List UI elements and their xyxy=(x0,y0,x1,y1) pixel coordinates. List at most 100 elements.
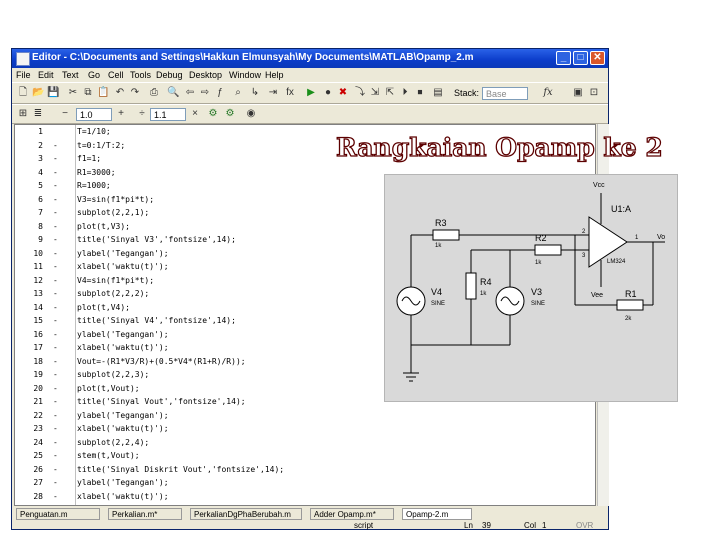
menu-file[interactable]: File xyxy=(16,70,31,80)
goto-icon[interactable]: ↳ xyxy=(249,87,261,99)
code-line[interactable]: title('Sinyal Vout','fontsize',14); xyxy=(77,397,246,406)
breakpoint-marker[interactable]: - xyxy=(53,438,58,447)
code-line[interactable]: R=1000; xyxy=(77,181,111,190)
code-line[interactable]: plot(t,V4); xyxy=(77,303,130,312)
menu-desktop[interactable]: Desktop xyxy=(189,70,222,80)
breakpoint-marker[interactable]: - xyxy=(53,478,58,487)
multiply-button[interactable]: × xyxy=(189,108,201,120)
code-line[interactable]: subplot(2,2,4); xyxy=(77,438,149,447)
code-line[interactable]: plot(t,Vout); xyxy=(77,384,140,393)
code-line[interactable]: Vout=-(R1*V3/R)+(0.5*V4*(R1+R)/R)); xyxy=(77,357,246,366)
forward-arrow-icon[interactable]: ⇨ xyxy=(199,87,211,99)
run-icon[interactable]: ▶ xyxy=(305,87,317,99)
function-fx-icon[interactable]: fx xyxy=(284,87,296,99)
decrement-button[interactable]: − xyxy=(59,108,71,120)
breakpoint-marker[interactable]: - xyxy=(53,289,58,298)
fx-icon[interactable]: fx xyxy=(542,87,554,99)
publish-icon[interactable]: ◉ xyxy=(245,108,257,120)
menu-edit[interactable]: Edit xyxy=(38,70,54,80)
increment-button[interactable]: + xyxy=(115,108,127,120)
breakpoint-marker[interactable]: - xyxy=(53,451,58,460)
breakpoint-set-icon[interactable]: ● xyxy=(322,87,334,99)
breakpoint-marker[interactable]: - xyxy=(53,343,58,352)
divide-button[interactable]: ÷ xyxy=(136,108,148,120)
exit-debug-icon[interactable]: ⏹ xyxy=(414,87,426,99)
new-file-icon[interactable]: 🗋 xyxy=(17,87,29,99)
breakpoint-marker[interactable]: - xyxy=(53,411,58,420)
cut-icon[interactable]: ✂ xyxy=(67,87,79,99)
undo-icon[interactable]: ↶ xyxy=(114,87,126,99)
code-line[interactable]: xlabel('waktu(t)'); xyxy=(77,424,169,433)
title-bar[interactable]: Editor - C:\Documents and Settings\Hakku… xyxy=(12,49,608,68)
code-line[interactable]: xlabel('waktu(t)'); xyxy=(77,262,169,271)
code-line[interactable]: R1=3000; xyxy=(77,168,116,177)
minimize-button[interactable]: _ xyxy=(556,51,571,65)
eval-cell-icon[interactable]: ⚙ xyxy=(207,108,219,120)
cell-mode-icon[interactable]: ⊞ xyxy=(17,108,29,120)
close-button[interactable]: ✕ xyxy=(590,51,605,65)
breakpoint-marker[interactable]: - xyxy=(53,141,58,150)
tab-opamp-2[interactable]: Opamp-2.m xyxy=(402,508,472,520)
cell-value-field-1[interactable]: 1.0 xyxy=(76,108,112,121)
menu-help[interactable]: Help xyxy=(265,70,284,80)
code-line[interactable]: ylabel('Tegangan'); xyxy=(77,478,169,487)
stack-icon[interactable]: ▤ xyxy=(432,87,444,99)
tab-perkalian[interactable]: Perkalian.m* xyxy=(108,508,182,520)
redo-icon[interactable]: ↷ xyxy=(129,87,141,99)
function-browser-icon[interactable]: ƒ xyxy=(214,87,226,99)
breakpoint-marker[interactable]: - xyxy=(53,181,58,190)
code-line[interactable]: f1=1; xyxy=(77,154,101,163)
menu-debug[interactable]: Debug xyxy=(156,70,183,80)
breakpoint-marker[interactable]: - xyxy=(53,384,58,393)
menu-text[interactable]: Text xyxy=(62,70,79,80)
breakpoint-marker[interactable]: - xyxy=(53,195,58,204)
breakpoint-marker[interactable]: - xyxy=(53,424,58,433)
code-line[interactable]: plot(t,V3); xyxy=(77,222,130,231)
menu-tools[interactable]: Tools xyxy=(130,70,151,80)
breakpoint-marker[interactable]: - xyxy=(53,208,58,217)
tab-penguatan[interactable]: Penguatan.m xyxy=(16,508,100,520)
breakpoint-marker[interactable]: - xyxy=(53,276,58,285)
find-icon[interactable]: 🔍 xyxy=(167,87,179,99)
breakpoint-marker[interactable]: - xyxy=(53,262,58,271)
code-line[interactable]: ylabel('Tegangan'); xyxy=(77,249,169,258)
tile-windows-icon[interactable]: ▣ xyxy=(572,87,584,99)
code-line[interactable]: stem(t,Vout); xyxy=(77,451,140,460)
code-line[interactable]: subplot(2,2,2); xyxy=(77,289,149,298)
code-line[interactable]: subplot(2,2,3); xyxy=(77,370,149,379)
code-line[interactable]: V3=sin(f1*pi*t); xyxy=(77,195,154,204)
code-line[interactable]: ylabel('Tegangan'); xyxy=(77,330,169,339)
tab-perkalian-dg-pha-berubah[interactable]: PerkalianDgPhaBerubah.m xyxy=(190,508,302,520)
tab-adder-opamp[interactable]: Adder Opamp.m* xyxy=(310,508,394,520)
code-line[interactable]: V4=sin(f1*pi*t); xyxy=(77,276,154,285)
breakpoint-marker[interactable]: - xyxy=(53,235,58,244)
menu-go[interactable]: Go xyxy=(88,70,100,80)
print-icon[interactable]: ⎙ xyxy=(148,87,160,99)
breakpoint-marker[interactable]: - xyxy=(53,330,58,339)
code-line[interactable]: t=0:1/T:2; xyxy=(77,141,125,150)
code-line[interactable]: title('Sinyal V4','fontsize',14); xyxy=(77,316,236,325)
menu-window[interactable]: Window xyxy=(229,70,261,80)
back-arrow-icon[interactable]: ⇦ xyxy=(184,87,196,99)
breakpoint-clear-icon[interactable]: ✖ xyxy=(337,87,349,99)
breakpoint-marker[interactable]: - xyxy=(53,370,58,379)
breakpoint-marker[interactable]: - xyxy=(53,303,58,312)
breakpoint-marker[interactable]: - xyxy=(53,397,58,406)
breakpoint-marker[interactable]: - xyxy=(53,357,58,366)
breakpoint-marker[interactable]: - xyxy=(53,154,58,163)
float-icon[interactable]: ⊡ xyxy=(588,87,600,99)
code-line[interactable]: title('Sinyal Diskrit Vout','fontsize',1… xyxy=(77,465,284,474)
continue-icon[interactable]: ⏵ xyxy=(399,87,411,99)
code-line[interactable]: T=1/10; xyxy=(77,127,111,136)
code-line[interactable]: xlabel('waktu(t)'); xyxy=(77,492,169,501)
breakpoint-marker[interactable]: - xyxy=(53,168,58,177)
maximize-button[interactable]: □ xyxy=(573,51,588,65)
step-icon[interactable]: ⤵ xyxy=(354,87,366,99)
paste-icon[interactable]: 📋 xyxy=(97,87,109,99)
code-line[interactable]: xlabel('waktu(t)'); xyxy=(77,343,169,352)
step-in-icon[interactable]: ⇲ xyxy=(369,87,381,99)
cell-value-field-2[interactable]: 1.1 xyxy=(150,108,186,121)
stack-select[interactable]: Base xyxy=(482,87,528,100)
copy-icon[interactable]: ⧉ xyxy=(82,87,94,99)
code-line[interactable]: ylabel('Tegangan'); xyxy=(77,411,169,420)
